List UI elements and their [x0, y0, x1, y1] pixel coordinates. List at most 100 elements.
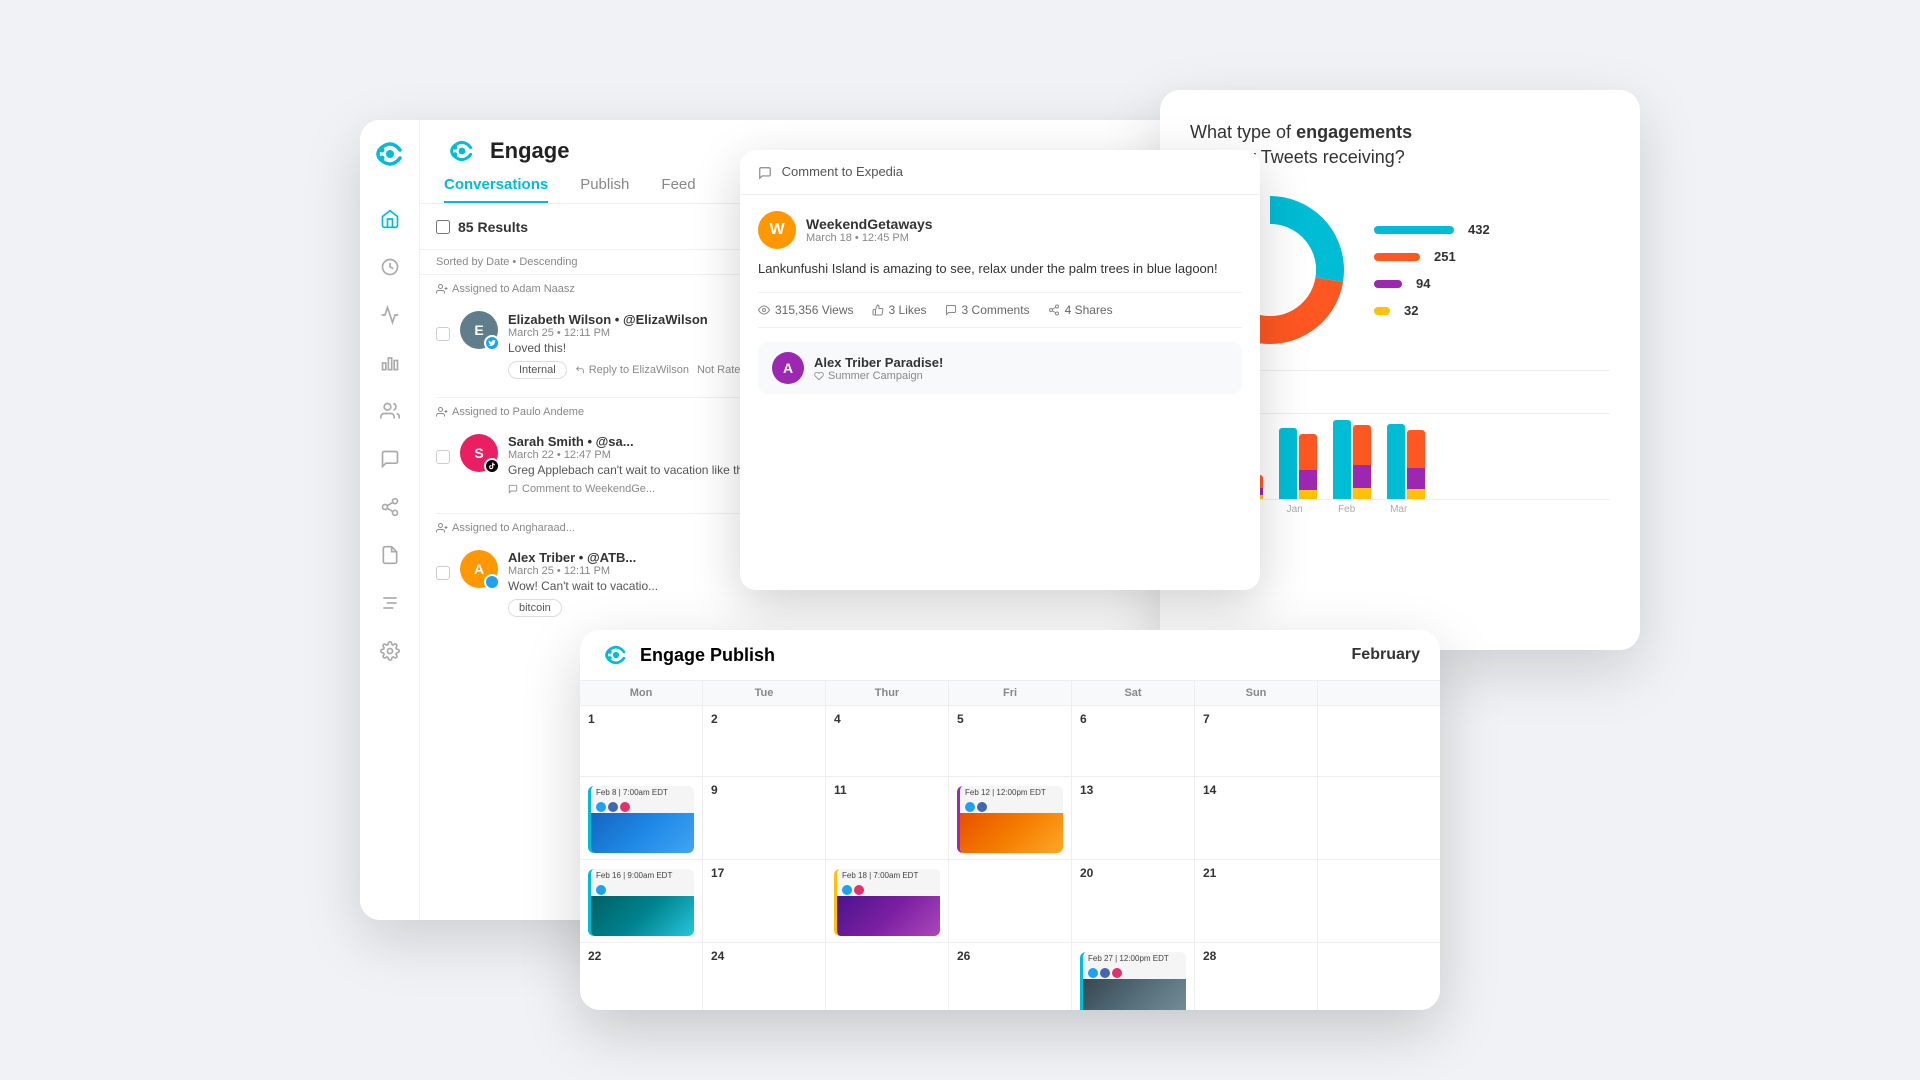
comment-panel-header: Comment to Expedia: [740, 150, 1260, 195]
sidebar-logo: [370, 140, 410, 183]
cal-cell-20: 20: [1072, 860, 1194, 942]
comment-stats: 315,356 Views 3 Likes 3 Comments 4 Share…: [758, 292, 1242, 328]
cal-header-mon: Mon: [580, 681, 702, 705]
sidebar-icon-message[interactable]: [378, 447, 402, 471]
publish-month: February: [1352, 646, 1420, 664]
stat-shares: 4 Shares: [1048, 303, 1113, 317]
conv-checkbox-1[interactable]: [436, 327, 450, 341]
reply-subtitle: Summer Campaign: [814, 370, 1228, 382]
cal-cell-1: 1: [580, 706, 702, 776]
conv-name-3: Alex Triber • @ATB...: [508, 550, 636, 565]
cal-cell-14: 14: [1195, 777, 1317, 859]
sidebar-icon-document[interactable]: [378, 543, 402, 567]
cal-post-feb18[interactable]: Feb 18 | 7:00am EDT: [834, 869, 940, 936]
conv-name-1: Elizabeth Wilson • @ElizaWilson: [508, 312, 708, 327]
cal-post-feb8[interactable]: Feb 8 | 7:00am EDT: [588, 786, 694, 853]
tiktok-badge: [484, 458, 500, 474]
comment-body: W WeekendGetaways March 18 • 12:45 PM La…: [740, 195, 1260, 411]
comment-author-info: WeekendGetaways March 18 • 12:45 PM: [806, 216, 933, 244]
comment-panel: Comment to Expedia W WeekendGetaways Mar…: [740, 150, 1260, 590]
cal-post-img-feb16: [591, 896, 694, 936]
sidebar: [360, 120, 420, 920]
comment-author-date: March 18 • 12:45 PM: [806, 232, 933, 244]
sidebar-icon-clock[interactable]: [378, 255, 402, 279]
legend-item-3: 32: [1374, 303, 1490, 318]
tab-conversations[interactable]: Conversations: [444, 176, 548, 203]
cal-cell-5: 5: [949, 706, 1071, 776]
stat-comments: 3 Comments: [945, 303, 1030, 317]
conv-actions-3: bitcoin: [508, 599, 1264, 617]
cal-header-sun: Sun: [1195, 681, 1317, 705]
publish-logo: Engage Publish: [600, 644, 775, 666]
cal-cell-11: 11: [826, 777, 948, 859]
sidebar-icon-settings[interactable]: [378, 639, 402, 663]
tab-feed[interactable]: Feed: [661, 176, 695, 203]
sidebar-icon-activity[interactable]: [378, 303, 402, 327]
conv-checkbox-2[interactable]: [436, 450, 450, 464]
reply-content: Alex Triber Paradise! Summer Campaign: [814, 355, 1228, 382]
cal-cell-21: 21: [1195, 860, 1317, 942]
cal-cell-6: 6: [1072, 706, 1194, 776]
conv-avatar-3: A: [460, 550, 498, 588]
conv-reply-1: Reply to ElizaWilson: [575, 364, 689, 376]
bar-group-1: [1279, 428, 1317, 500]
legend-bar-2: [1374, 280, 1402, 288]
cal-post-img-feb8: [591, 813, 694, 853]
cal-cell-16: Feb 16 | 9:00am EDT: [580, 860, 702, 942]
sidebar-icon-share[interactable]: [378, 495, 402, 519]
bar-chart-area: nc Jan Feb Mar: [1215, 370, 1610, 515]
legend-bar-3: [1374, 307, 1390, 315]
sidebar-icon-settings-alt[interactable]: [378, 591, 402, 615]
sidebar-icon-home[interactable]: [378, 207, 402, 231]
cal-header-tue: Tue: [703, 681, 825, 705]
cal-cell-8: Feb 8 | 7:00am EDT: [580, 777, 702, 859]
tab-publish[interactable]: Publish: [580, 176, 629, 203]
cal-post-feb12[interactable]: Feb 12 | 12:00pm EDT: [957, 786, 1063, 853]
cal-cell-empty4: [1318, 943, 1440, 1010]
cal-header-extra: [1318, 681, 1440, 705]
conv-avatar-2: S: [460, 434, 498, 472]
cal-header-thur: Thur: [826, 681, 948, 705]
twitter-dot: [596, 802, 606, 812]
bar-group-2: [1333, 420, 1371, 500]
cal-cell-7: 7: [1195, 706, 1317, 776]
cal-cell-empty3: [1318, 860, 1440, 942]
cal-cell-18: Feb 18 | 7:00am EDT: [826, 860, 948, 942]
legend-item-2: 94: [1374, 276, 1490, 291]
cal-cell-26: 26: [949, 943, 1071, 1010]
legend-item-1: 251: [1374, 249, 1490, 264]
publish-header: Engage Publish February: [580, 630, 1440, 681]
cal-post-img-feb27: [1083, 979, 1186, 1010]
cal-cell-19: [949, 860, 1071, 942]
bar-chart-labels: nc Jan Feb Mar: [1215, 504, 1610, 515]
conv-avatar-1: E: [460, 311, 498, 349]
sidebar-icon-bar-chart[interactable]: [378, 351, 402, 375]
comment-header-icon: [758, 166, 772, 180]
reply-avatar: A: [772, 352, 804, 384]
select-all-checkbox[interactable]: [436, 220, 450, 234]
reply-title: Alex Triber Paradise!: [814, 355, 1228, 370]
cal-post-feb27[interactable]: Feb 27 | 12:00pm EDT: [1080, 952, 1186, 1010]
comment-text: Lankunfushi Island is amazing to see, re…: [758, 259, 1242, 279]
cal-cell-9: 9: [703, 777, 825, 859]
calendar-grid: Mon Tue Thur Fri Sat Sun 1 2 4 5 6: [580, 681, 1440, 1010]
conv-name-2: Sarah Smith • @sa...: [508, 434, 634, 449]
cal-cell-13: 13: [1072, 777, 1194, 859]
cal-cell-27: Feb 27 | 12:00pm EDT: [1072, 943, 1194, 1010]
app-name-label: Engage: [490, 138, 569, 164]
cal-header-fri: Fri: [949, 681, 1071, 705]
cal-cell-empty2: [1318, 777, 1440, 859]
conv-checkbox-3[interactable]: [436, 566, 450, 580]
conv-tag-1[interactable]: Internal: [508, 361, 567, 379]
comment-author-row: W WeekendGetaways March 18 • 12:45 PM: [758, 211, 1242, 249]
stat-likes: 3 Likes: [872, 303, 927, 317]
cal-post-img-feb12: [960, 813, 1063, 853]
legend-item-0: 432: [1374, 222, 1490, 237]
cal-cell-empty1: [1318, 706, 1440, 776]
cal-cell-4: 4: [826, 706, 948, 776]
cal-post-feb16[interactable]: Feb 16 | 9:00am EDT: [588, 869, 694, 936]
conv-tag-3[interactable]: bitcoin: [508, 599, 562, 617]
publish-panel: Engage Publish February Mon Tue Thur Fri…: [580, 630, 1440, 1010]
cal-cell-28: 28: [1195, 943, 1317, 1010]
sidebar-icon-users[interactable]: [378, 399, 402, 423]
